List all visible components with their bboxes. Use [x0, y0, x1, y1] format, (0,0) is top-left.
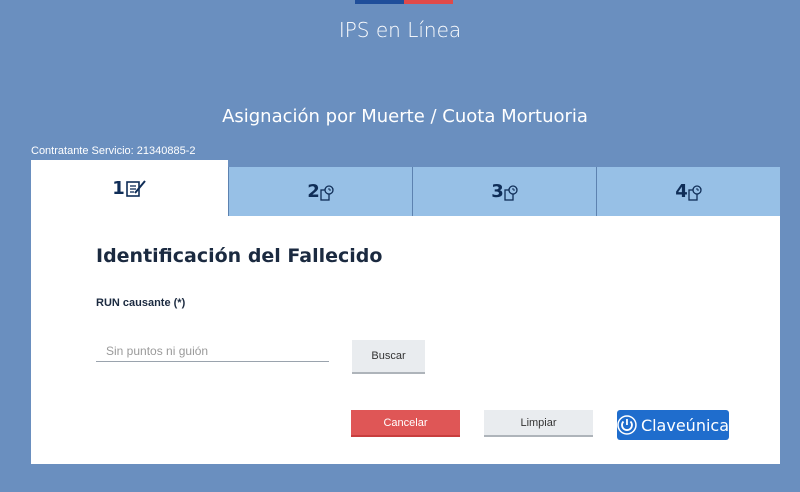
step-tab-1[interactable]: 1 [31, 160, 228, 216]
document-clock-icon [320, 184, 334, 201]
form-panel: Identificación del Fallecido RUN causant… [31, 216, 780, 464]
step-tab-2[interactable]: 2 [228, 167, 412, 216]
step-tab-3[interactable]: 3 [412, 167, 596, 216]
section-heading: Identificación del Fallecido [96, 245, 383, 267]
document-clock-icon [504, 184, 518, 201]
flag-red-stripe [404, 0, 453, 4]
clear-button[interactable]: Limpiar [484, 410, 593, 437]
step-tab-4[interactable]: 4 [596, 167, 780, 216]
claveunica-button[interactable]: Claveúnica [617, 410, 729, 440]
power-icon [617, 415, 637, 435]
search-button[interactable]: Buscar [352, 340, 425, 374]
step-number-1: 1 [112, 178, 125, 199]
step-number-2: 2 [307, 180, 320, 202]
page-title: Asignación por Muerte / Cuota Mortuoria [222, 106, 588, 127]
step-number-3: 3 [491, 180, 504, 202]
checklist-icon [125, 180, 146, 197]
run-label: RUN causante (*) [96, 297, 186, 309]
step-tabs: 1 2 3 4 [31, 160, 780, 216]
document-clock-icon [688, 184, 702, 201]
app-title: IPS en Línea [338, 18, 462, 42]
cancel-button[interactable]: Cancelar [351, 410, 460, 437]
flag-bar [355, 0, 453, 4]
contract-info: Contratante Servicio: 21340885-2 [31, 145, 196, 157]
step-number-4: 4 [675, 180, 688, 202]
flag-blue-stripe [355, 0, 404, 4]
run-input[interactable] [96, 340, 329, 362]
claveunica-label: Claveúnica [640, 415, 729, 435]
